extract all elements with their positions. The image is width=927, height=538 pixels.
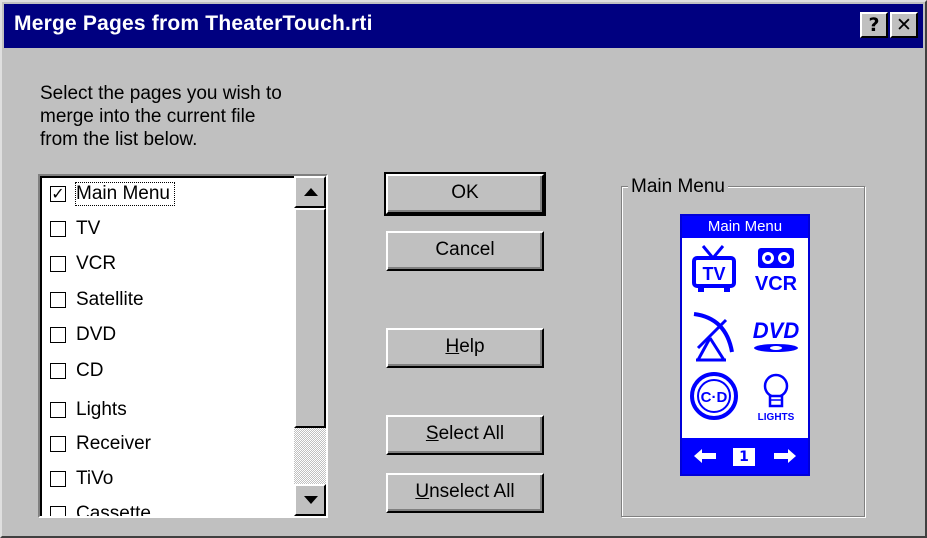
unselect-all-accel: U [415, 481, 430, 502]
dvd-icon: DVD [753, 318, 800, 352]
scroll-thumb[interactable] [294, 208, 326, 428]
dialog-title: Merge Pages from TheaterTouch.rti [14, 12, 373, 35]
list-item[interactable]: VCR [46, 248, 294, 282]
preview-page-title: Main Menu [682, 216, 808, 238]
preview-nav-bar: 1 [682, 438, 808, 474]
list-item-label: Satellite [76, 289, 144, 310]
left-arrow-icon [694, 449, 716, 463]
checkbox[interactable] [50, 292, 66, 308]
select-all-label: elect All [438, 423, 505, 444]
checkbox[interactable] [50, 471, 66, 487]
checkbox[interactable] [50, 363, 66, 379]
list-item-label: Main Menu [75, 182, 175, 206]
checkbox[interactable] [50, 327, 66, 343]
list-item-label: TiVo [76, 468, 114, 489]
arrow-down-icon [304, 496, 318, 504]
list-item-label: Receiver [76, 433, 151, 454]
list-scrollbar[interactable] [294, 176, 326, 516]
cancel-button[interactable]: Cancel [386, 231, 544, 271]
preview-group-label: Main Menu [628, 176, 728, 198]
lights-icon-label: LIGHTS [758, 412, 795, 423]
tv-icon: TV [692, 245, 736, 292]
instructions-line: from the list below. [40, 129, 198, 150]
cd-icon-label: C·D [701, 389, 728, 406]
vcr-icon-label: VCR [755, 273, 798, 295]
instructions-line: merge into the current file [40, 106, 256, 127]
preview-page-number: 1 [732, 447, 756, 467]
checkbox[interactable] [50, 402, 66, 418]
dvd-icon-label: DVD [753, 318, 800, 343]
list-item-label: DVD [76, 324, 117, 345]
scroll-up-button[interactable] [294, 176, 326, 208]
list-item[interactable]: Lights [46, 394, 294, 428]
instructions-line: Select the pages you wish to [40, 83, 282, 104]
list-item[interactable]: ✓ Main Menu [46, 178, 294, 212]
list-item-label: CD [76, 360, 104, 381]
tv-icon-label: TV [702, 264, 725, 284]
title-bar: Merge Pages from TheaterTouch.rti ? ✕ [4, 4, 923, 48]
list-item[interactable]: DVD [46, 319, 294, 353]
list-item[interactable]: Satellite [46, 284, 294, 318]
list-item[interactable]: TV [46, 213, 294, 247]
list-item-label: Lights [76, 399, 127, 420]
list-item[interactable]: CD [46, 355, 294, 389]
unselect-all-button[interactable]: Unselect All [386, 473, 544, 513]
select-all-button[interactable]: Select All [386, 415, 544, 455]
scroll-down-button[interactable] [294, 484, 326, 516]
list-item[interactable]: Cassette [46, 498, 294, 518]
vcr-icon: VCR [755, 248, 798, 295]
satellite-icon [693, 312, 734, 362]
help-title-button[interactable]: ? [860, 12, 888, 38]
page-preview: Main Menu TV VCR DVD C·D LIGHTS 1 [680, 214, 810, 476]
ok-button[interactable]: OK [384, 172, 546, 216]
pages-listbox[interactable]: ✓ Main Menu TV VCR Satellite DVD CD Ligh… [38, 174, 328, 518]
close-button[interactable]: ✕ [890, 12, 918, 38]
checkbox[interactable] [50, 256, 66, 272]
checkbox[interactable]: ✓ [50, 186, 66, 202]
list-item-label: TV [76, 218, 101, 239]
merge-pages-dialog: Merge Pages from TheaterTouch.rti ? ✕ Se… [0, 0, 927, 538]
select-all-accel: S [425, 423, 439, 444]
help-accel: H [445, 336, 460, 357]
instructions-text: Select the pages you wish to merge into … [40, 82, 340, 151]
checkbox[interactable] [50, 436, 66, 452]
checkbox[interactable] [50, 221, 66, 237]
right-arrow-icon [774, 449, 796, 463]
checkbox[interactable] [50, 506, 66, 516]
arrow-up-icon [304, 188, 318, 196]
list-item-label: Cassette [76, 503, 151, 518]
help-button[interactable]: Help [386, 328, 544, 368]
list-item-label: VCR [76, 253, 117, 274]
cd-icon: C·D [690, 372, 738, 420]
unselect-all-label: nselect All [429, 481, 515, 502]
lightbulb-icon: LIGHTS [758, 373, 795, 423]
list-item[interactable]: TiVo [46, 463, 294, 497]
list-item[interactable]: Receiver [46, 428, 294, 462]
help-label: elp [459, 336, 485, 357]
